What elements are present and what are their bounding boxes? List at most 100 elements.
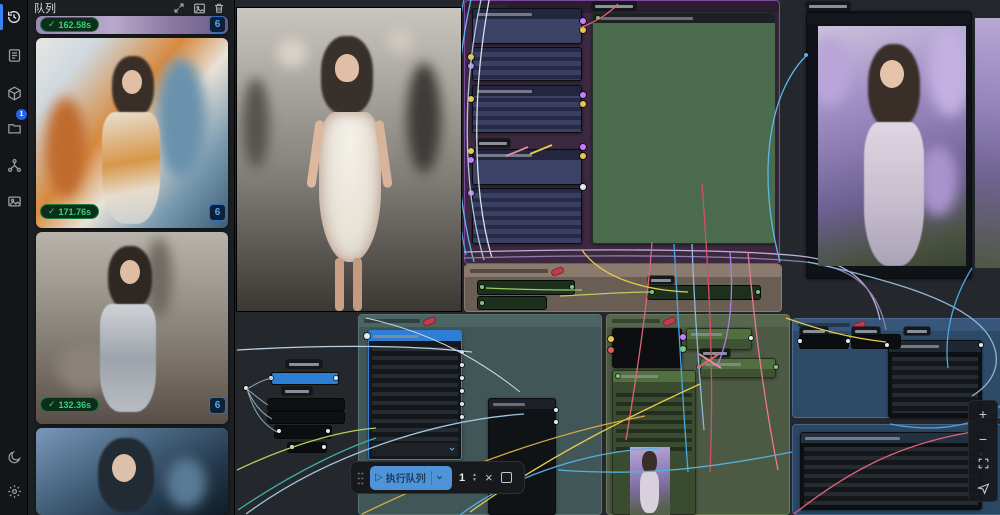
port-dot[interactable] — [580, 144, 586, 150]
port-dot[interactable] — [334, 376, 338, 380]
port-dot[interactable] — [846, 339, 850, 343]
gallery-view-button[interactable] — [190, 1, 208, 15]
port-dot[interactable] — [468, 157, 474, 163]
sidebar-item-queue-history[interactable] — [0, 2, 28, 32]
zoom-in-button[interactable]: + — [968, 401, 998, 426]
port-dot[interactable] — [480, 285, 484, 289]
sidebar-item-workflows[interactable]: 1 — [0, 113, 28, 143]
port-dot[interactable] — [580, 18, 586, 24]
port-dot[interactable] — [616, 374, 620, 378]
node-black[interactable] — [612, 328, 682, 368]
port-dot[interactable] — [580, 92, 586, 98]
port-dot[interactable] — [749, 336, 753, 340]
node-dark[interactable] — [488, 398, 556, 515]
port-dot[interactable] — [480, 301, 484, 305]
expand-panel-button[interactable] — [170, 1, 188, 15]
queue-item[interactable]: ✓ 162.58s 6 — [36, 16, 228, 34]
sidebar-item-gallery[interactable] — [0, 186, 28, 216]
collapsed-node-selected[interactable] — [272, 373, 338, 384]
port-dot[interactable] — [885, 343, 889, 347]
port-dot[interactable] — [570, 285, 574, 289]
clear-queue-button[interactable] — [210, 1, 228, 15]
port-dot[interactable] — [290, 445, 294, 449]
port-dot[interactable] — [979, 343, 983, 347]
port-dot[interactable] — [774, 365, 778, 369]
zoom-out-button[interactable]: − — [968, 426, 998, 451]
collapsed-node[interactable] — [268, 412, 344, 423]
collapsed-node[interactable] — [275, 426, 331, 438]
drag-handle[interactable] — [357, 471, 364, 485]
node-green-2[interactable] — [700, 358, 776, 378]
port-dot[interactable] — [680, 346, 686, 352]
node-green-large[interactable] — [592, 12, 776, 244]
port-dot[interactable] — [580, 27, 586, 33]
port-dot[interactable] — [650, 290, 654, 294]
node-dark-right-2[interactable] — [800, 432, 982, 510]
batch-count-value[interactable]: 1 — [458, 472, 466, 484]
settings-button[interactable] — [0, 476, 28, 506]
run-queue-button[interactable]: ▷ 执行队列 — [370, 466, 452, 490]
port-dot[interactable] — [596, 16, 600, 20]
batch-count-stepper[interactable]: ▲ ▼ — [472, 473, 477, 483]
node-navy-5[interactable] — [472, 188, 582, 244]
collapsed-node[interactable] — [268, 399, 344, 410]
port-dot[interactable] — [460, 389, 464, 393]
fit-view-button[interactable] — [968, 451, 998, 476]
collapsed-node[interactable] — [478, 281, 574, 294]
wisteria-thumbnail[interactable] — [630, 447, 670, 515]
queue-item[interactable]: ✓ 171.76s 6 — [36, 38, 228, 228]
port-dot[interactable] — [460, 350, 464, 354]
port-dot[interactable] — [468, 148, 474, 154]
theme-toggle[interactable] — [0, 442, 28, 472]
port-dot[interactable] — [697, 365, 701, 369]
enlarged-preview-image[interactable] — [237, 8, 461, 311]
port-dot[interactable] — [460, 415, 464, 419]
port-dot[interactable] — [554, 420, 558, 424]
chevron-down-icon[interactable] — [435, 473, 444, 482]
port-dot[interactable] — [322, 445, 326, 449]
clear-button[interactable]: × — [483, 470, 495, 485]
port-dot[interactable] — [460, 376, 464, 380]
port-dot[interactable] — [468, 54, 474, 60]
port-dot[interactable] — [269, 376, 273, 380]
collapsed-node[interactable] — [852, 335, 900, 348]
port-dot[interactable] — [460, 363, 464, 367]
sidebar-item-models[interactable] — [0, 78, 28, 108]
port-dot[interactable] — [468, 190, 474, 196]
port-dot[interactable] — [680, 334, 686, 340]
node-navy-1[interactable] — [472, 8, 582, 44]
port-dot[interactable] — [326, 429, 330, 433]
stop-button[interactable] — [501, 472, 512, 483]
port-dot[interactable] — [798, 339, 802, 343]
port-dot[interactable] — [580, 184, 586, 190]
pan-mode-button[interactable] — [968, 476, 998, 501]
port-dot[interactable] — [277, 429, 281, 433]
port-dot[interactable] — [468, 96, 474, 102]
sidebar-item-node-library[interactable] — [0, 150, 28, 180]
node-navy-3[interactable] — [472, 85, 582, 133]
port-dot[interactable] — [608, 347, 614, 353]
port-dot[interactable] — [460, 402, 464, 406]
node-selected[interactable] — [368, 330, 462, 460]
port-dot[interactable] — [804, 53, 808, 57]
wisteria-preview-image[interactable] — [818, 26, 966, 266]
collapsed-node[interactable] — [800, 335, 848, 348]
port-dot[interactable] — [580, 153, 586, 159]
queue-item[interactable] — [36, 428, 228, 515]
port-dot[interactable] — [580, 101, 586, 107]
port-dot[interactable] — [554, 408, 558, 412]
port-dot[interactable] — [608, 336, 614, 342]
queue-item[interactable]: ✓ 132.36s 6 — [36, 232, 228, 424]
node-navy-4[interactable] — [472, 149, 582, 185]
wisteria-preview-sliver[interactable] — [975, 18, 1000, 268]
sidebar-item-logs[interactable] — [0, 40, 28, 70]
collapsed-node[interactable] — [648, 286, 760, 299]
step-down-icon[interactable]: ▼ — [472, 478, 477, 483]
port-dot[interactable] — [468, 63, 474, 69]
node-green-1[interactable] — [686, 328, 752, 350]
port-dot[interactable] — [244, 386, 248, 390]
port-dot[interactable] — [364, 333, 370, 339]
node-navy-2[interactable] — [472, 47, 582, 81]
port-dot[interactable] — [756, 290, 760, 294]
collapsed-node[interactable] — [478, 297, 546, 309]
